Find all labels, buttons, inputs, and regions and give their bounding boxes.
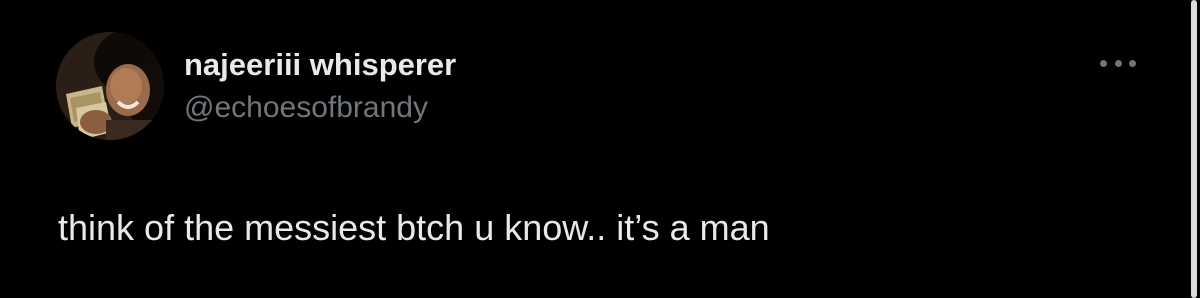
scrollbar[interactable] — [1186, 0, 1200, 298]
author-handle[interactable]: @echoesofbrandy — [184, 90, 428, 126]
avatar[interactable] — [56, 32, 164, 140]
more-horizontal-icon-dot — [1129, 59, 1136, 67]
author-display-name[interactable]: najeeriii whisperer — [184, 46, 456, 84]
more-horizontal-icon-dot — [1114, 59, 1122, 67]
more-options-button[interactable] — [1092, 48, 1144, 78]
avatar-image — [56, 32, 164, 140]
scrollbar-thumb[interactable] — [1191, 0, 1197, 298]
more-horizontal-icon — [1100, 59, 1107, 67]
tweet-card: najeeriii whisperer @echoesofbrandy thin… — [0, 0, 1200, 298]
tweet-text: think of the messiest btch u know.. it’s… — [58, 207, 770, 248]
